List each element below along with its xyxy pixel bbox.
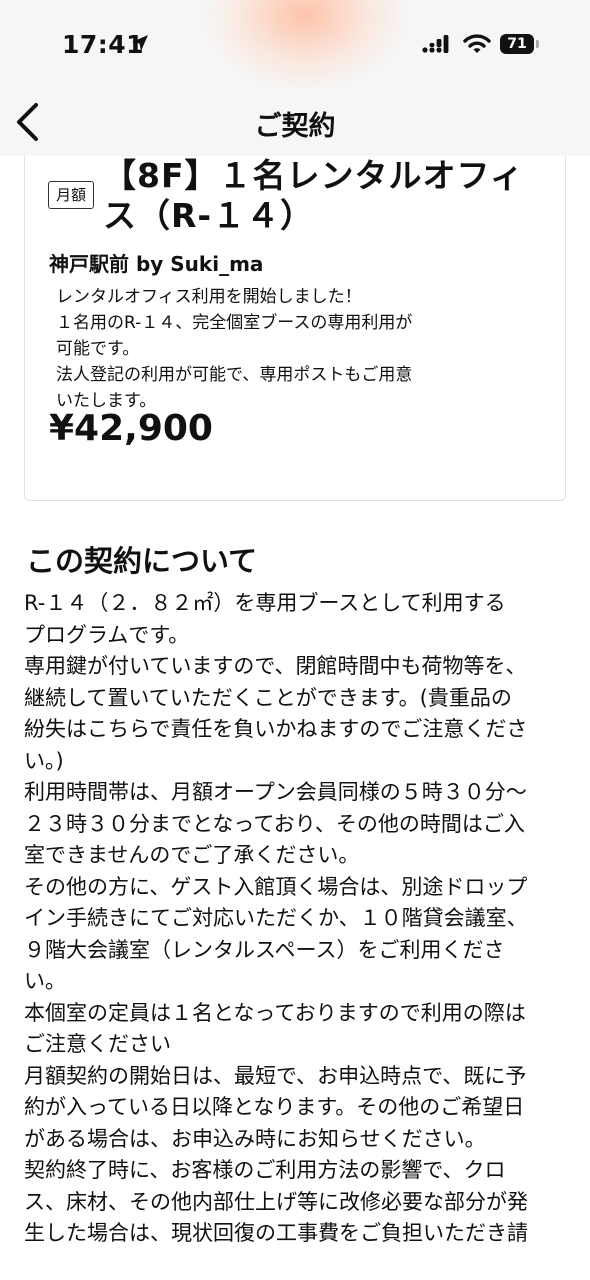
scroll-content[interactable]: 月額 【8F】１名レンタルオフィス（R-１４） 神戸駅前 by Suki_ma … xyxy=(0,156,590,1280)
wifi-icon xyxy=(463,34,491,53)
location-arrow-icon xyxy=(132,35,148,51)
status-glow xyxy=(205,0,405,90)
plan-title: 【8F】１名レンタルオフィス（R-１４） xyxy=(103,156,524,235)
about-heading: この契約について xyxy=(26,544,258,578)
battery-icon: 71 xyxy=(500,34,534,54)
page-title: ご契約 xyxy=(254,111,336,142)
about-body: R-１４（２．８２㎡）を専用ブースとして利用する プログラムです。 専用鍵が付い… xyxy=(24,591,528,1245)
plan-price: ¥42,900 xyxy=(49,408,213,449)
navigation-bar: ご契約 xyxy=(0,88,590,156)
plan-card[interactable]: 月額 【8F】１名レンタルオフィス（R-１４） 神戸駅前 by Suki_ma … xyxy=(24,156,566,501)
location-name: 神戸駅前 by Suki_ma xyxy=(49,252,264,276)
status-bar: 17:41 71 xyxy=(0,0,590,90)
cellular-signal-icon xyxy=(422,35,449,53)
battery-tip xyxy=(536,40,539,48)
plan-type-badge: 月額 xyxy=(48,181,94,209)
plan-description: レンタルオフィス利用を開始しました！ １名用のR-１４、完全個室ブースの専用利用… xyxy=(56,287,413,411)
